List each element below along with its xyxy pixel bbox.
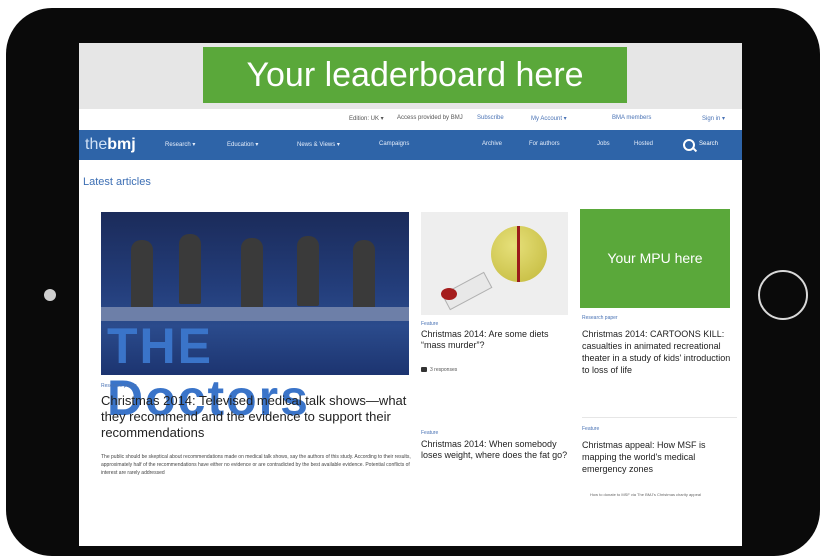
mpu-ad[interactable]: Your MPU here [580,209,730,308]
article5-headline[interactable]: Christmas appeal: How MSF is mapping the… [582,439,737,475]
nav-jobs[interactable]: Jobs [597,141,610,147]
article5-kicker: Feature [582,426,600,432]
bmj-logo[interactable]: thebmj [85,134,136,156]
article4-kicker: Research paper [582,315,618,321]
comment-icon [421,367,427,373]
home-button[interactable] [758,270,808,320]
article2-responses[interactable]: 3 responses [421,367,457,373]
search-link[interactable]: Search [699,141,718,147]
person-figure [297,236,319,306]
logo-bmj: bmj [107,136,136,153]
logo-the: the [85,136,108,153]
leaderboard-ad[interactable]: Your leaderboard here [203,47,627,103]
leaderboard-area: Your leaderboard here [79,43,742,109]
nav-news-views[interactable]: News & Views ▾ [297,141,340,148]
nav-for-authors[interactable]: For authors [529,141,560,147]
article2-headline[interactable]: Christmas 2014: Are some diets “mass mur… [421,329,571,351]
utility-bar: Edition: UK ▾ Access provided by BMJ Sub… [79,109,742,129]
tablet-camera [44,289,56,301]
article3-headline[interactable]: Christmas 2014: When somebody loses weig… [421,439,571,461]
person-figure [353,240,375,310]
sign-in-link[interactable]: Sign in ▾ [702,115,725,122]
tablet-screen: Your leaderboard here Edition: UK ▾ Acce… [79,43,742,546]
fruit-image[interactable] [421,212,568,315]
person-figure [241,238,263,308]
person-figure [131,240,153,310]
nav-campaigns[interactable]: Campaigns [379,141,409,147]
main-navbar: thebmj Research ▾ Education ▾ News & Vie… [79,130,742,160]
nav-research[interactable]: Research ▾ [165,141,195,148]
article4-headline[interactable]: Christmas 2014: CARTOONS KILL: casualtie… [582,328,737,376]
hero-headline[interactable]: Christmas 2014: Televised medical talk s… [101,393,411,441]
stain [441,288,457,300]
fruit-cut [517,226,520,282]
nav-hosted[interactable]: Hosted [634,141,653,147]
hero-image[interactable]: THE Doctors [101,212,409,424]
hero-kicker: Research paper [101,383,137,389]
section-title: Latest articles [83,176,151,188]
edition-selector[interactable]: Edition: UK ▾ [349,115,384,122]
person-figure [179,234,201,304]
nav-education[interactable]: Education ▾ [227,141,258,148]
access-text: Access provided by BMJ [397,115,463,121]
responses-count: 3 responses [430,367,458,373]
subscribe-link[interactable]: Subscribe [477,115,504,121]
hero-summary: The public should be skeptical about rec… [101,454,411,476]
my-account-link[interactable]: My Account ▾ [531,115,567,122]
article5-caption[interactable]: How to donate to MSF via The BMJ's Chris… [590,491,735,498]
bma-members-link[interactable]: BMA members [612,115,651,121]
search-icon[interactable] [683,139,695,151]
nav-archive[interactable]: Archive [482,141,502,147]
tablet-frame: Your leaderboard here Edition: UK ▾ Acce… [6,8,820,556]
article2-kicker: Feature [421,321,439,327]
article3-kicker: Feature [421,430,439,436]
divider [582,417,737,418]
